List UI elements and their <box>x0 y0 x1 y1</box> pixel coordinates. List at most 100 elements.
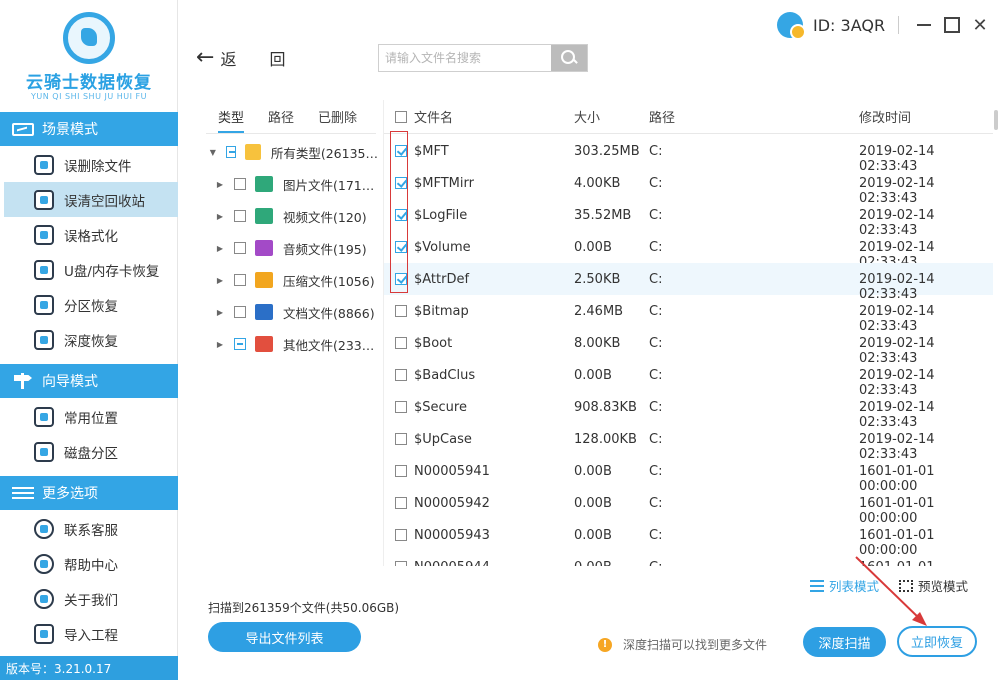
table-row[interactable]: $BadClus 0.00B C: 2019-02-14 02:33:43 <box>384 359 993 398</box>
archive-icon <box>255 272 273 288</box>
table-row[interactable]: $MFT 303.25MB C: 2019-02-14 02:33:43 <box>384 135 993 174</box>
file-size: 0.00B <box>574 368 612 383</box>
tree-node[interactable]: ▶ 视频文件(120) <box>206 200 378 232</box>
tree-checkbox[interactable] <box>234 274 246 286</box>
row-checkbox[interactable] <box>395 369 407 381</box>
sidebar-item[interactable]: 关于我们 <box>0 581 178 616</box>
row-checkbox[interactable] <box>395 497 407 509</box>
back-button[interactable]: ← 返 回 <box>196 46 300 70</box>
sidebar-item[interactable]: 导入工程 <box>0 616 178 651</box>
sidebar: 云骑士数据恢复 YUN QI SHI SHU JU HUI FU 场景模式 误删… <box>0 0 178 680</box>
tree-node[interactable]: ▶ 其他文件(233… <box>206 328 378 360</box>
search-input[interactable] <box>379 45 551 71</box>
sidebar-item[interactable]: 磁盘分区 <box>0 434 178 469</box>
sidebar-item-label: 误删除文件 <box>64 158 132 175</box>
document-icon <box>255 304 273 320</box>
expand-arrow-icon[interactable]: ▶ <box>212 244 228 253</box>
sidebar-item[interactable]: 误清空回收站 <box>4 182 178 217</box>
tree-node[interactable]: ▶ 文档文件(8866) <box>206 296 378 328</box>
file-size: 0.00B <box>574 464 612 479</box>
deep-scan-button[interactable]: 深度扫描 <box>803 627 886 657</box>
section-title: 场景模式 <box>42 122 98 138</box>
table-row[interactable]: N00005943 0.00B C: 1601-01-01 00:00:00 <box>384 519 993 558</box>
maximize-icon[interactable] <box>939 12 965 38</box>
table-row[interactable]: $Volume0.00BC:2019-02-14 02:33:43 <box>384 231 993 270</box>
row-checkbox[interactable] <box>395 529 407 541</box>
tree-checkbox[interactable] <box>234 210 246 222</box>
sidebar-item[interactable]: 分区恢复 <box>0 287 178 322</box>
sidebar-item[interactable]: U盘/内存卡恢复 <box>0 252 178 287</box>
expand-arrow-icon[interactable]: ▶ <box>212 212 228 221</box>
file-name: N00005942 <box>414 496 490 511</box>
file-size: 4.00KB <box>574 176 621 191</box>
user-account[interactable]: ID: 3AQR <box>777 12 885 40</box>
table-row[interactable]: $Boot 8.00KB C: 2019-02-14 02:33:43 <box>384 327 993 366</box>
row-checkbox[interactable] <box>395 433 407 445</box>
column-name[interactable]: 文件名 <box>414 107 453 126</box>
tree-node[interactable]: ▶ 图片文件(171… <box>206 168 378 200</box>
app-name-pinyin: YUN QI SHI SHU JU HUI FU <box>31 92 147 101</box>
table-row[interactable]: $LogFile 35.52MB C: 2019-02-14 02:33:43 <box>384 199 993 238</box>
image-icon <box>255 176 273 192</box>
export-file-list-button[interactable]: 导出文件列表 <box>208 622 361 652</box>
row-checkbox[interactable] <box>395 561 407 566</box>
sidebar-item-label: 深度恢复 <box>64 333 118 350</box>
row-checkbox[interactable] <box>395 305 407 317</box>
file-list-header: 文件名 大小 路径 修改时间 <box>384 100 993 134</box>
file-name: $Volume <box>414 240 471 255</box>
table-row[interactable]: $AttrDef 2.50KB C: 2019-02-14 02:33:43 <box>384 263 993 302</box>
row-checkbox[interactable] <box>395 337 407 349</box>
scrollbar[interactable] <box>994 110 998 130</box>
table-row[interactable]: N00005941 0.00B C: 1601-01-01 00:00:00 <box>384 455 993 494</box>
sidebar-item[interactable]: 误删除文件 <box>0 147 178 182</box>
minimize-icon[interactable] <box>911 12 937 38</box>
sidebar-item[interactable]: 帮助中心 <box>0 546 178 581</box>
tree-checkbox[interactable] <box>234 338 246 350</box>
audio-icon <box>255 240 273 256</box>
collapse-arrow-icon[interactable]: ▼ <box>206 148 220 157</box>
row-checkbox[interactable] <box>395 401 407 413</box>
tree-node-all-types[interactable]: ▼ 所有类型(26135… <box>206 136 378 168</box>
file-size: 8.00KB <box>574 336 621 351</box>
tab-deleted[interactable]: 已删除 <box>318 100 357 133</box>
sidebar-item[interactable]: 深度恢复 <box>0 322 178 357</box>
version-label: 版本号：3.21.0.17 <box>0 656 178 680</box>
expand-arrow-icon[interactable]: ▶ <box>212 340 228 349</box>
section-more-options: 更多选项 <box>0 476 178 510</box>
arrow-left-icon: ← <box>196 45 215 70</box>
tab-path[interactable]: 路径 <box>268 100 294 133</box>
column-size[interactable]: 大小 <box>574 107 600 126</box>
tree-checkbox[interactable] <box>234 306 246 318</box>
expand-arrow-icon[interactable]: ▶ <box>212 308 228 317</box>
recover-now-button[interactable]: 立即恢复 <box>897 626 977 657</box>
user-avatar-icon[interactable] <box>777 12 806 40</box>
tree-checkbox[interactable] <box>234 242 246 254</box>
close-icon[interactable]: ✕ <box>967 12 993 38</box>
column-modified[interactable]: 修改时间 <box>859 107 911 126</box>
sidebar-item[interactable]: 联系客服 <box>0 511 178 546</box>
back-label: 返 回 <box>220 50 300 69</box>
file-type-tree: ▼ 所有类型(26135… ▶ 图片文件(171… ▶ 视频文件(120) ▶ 音频文件(… <box>206 136 378 360</box>
tab-type[interactable]: 类型 <box>218 100 245 133</box>
table-row[interactable]: $Secure 908.83KB C: 2019-02-14 02:33:43 <box>384 391 993 430</box>
table-row[interactable]: $MFTMirr 4.00KB C: 2019-02-14 02:33:43 <box>384 167 993 206</box>
expand-arrow-icon[interactable]: ▶ <box>212 276 228 285</box>
expand-arrow-icon[interactable]: ▶ <box>212 180 228 189</box>
search-icon[interactable] <box>551 45 587 71</box>
sidebar-item[interactable]: 常用位置 <box>0 399 178 434</box>
scan-summary: 扫描到261359个文件(共50.06GB) <box>208 601 400 615</box>
tree-checkbox[interactable] <box>225 146 237 158</box>
disk-icon <box>34 441 54 462</box>
row-checkbox[interactable] <box>395 465 407 477</box>
table-row[interactable]: N00005942 0.00B C: 1601-01-01 00:00:00 <box>384 487 993 526</box>
table-row[interactable]: $Bitmap 2.46MB C: 2019-02-14 02:33:43 <box>384 295 993 334</box>
tree-checkbox[interactable] <box>234 178 246 190</box>
select-all-checkbox[interactable] <box>395 111 407 123</box>
tree-node[interactable]: ▶ 音频文件(195) <box>206 232 378 264</box>
sidebar-item[interactable]: 误格式化 <box>0 217 178 252</box>
column-path[interactable]: 路径 <box>649 107 675 126</box>
tree-node[interactable]: ▶ 压缩文件(1056) <box>206 264 378 296</box>
table-row[interactable]: $UpCase 128.00KB C: 2019-02-14 02:33:43 <box>384 423 993 462</box>
file-size: 35.52MB <box>574 208 632 223</box>
sidebar-item-label: 联系客服 <box>64 522 118 539</box>
